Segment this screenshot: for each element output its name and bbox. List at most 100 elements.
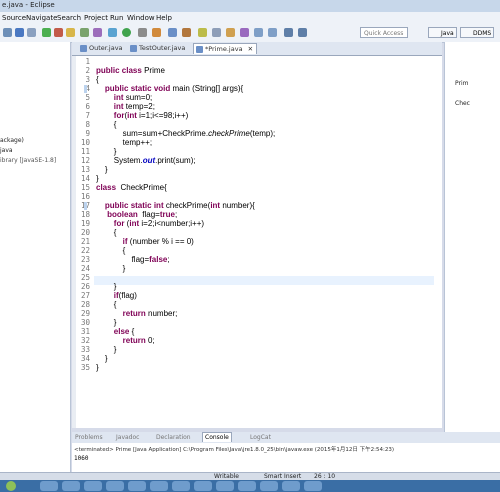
fold-marker[interactable] [84, 85, 87, 93]
code-line[interactable]: return 0; [96, 336, 155, 345]
code-line[interactable]: } [96, 174, 99, 183]
code-line[interactable]: } [96, 363, 99, 372]
line-number: 9 [85, 129, 90, 138]
perspective-ddms[interactable]: DDMS [460, 27, 495, 38]
code-line[interactable]: } [96, 264, 126, 273]
console-output[interactable]: 1060 [74, 455, 88, 462]
code-line[interactable]: { [96, 246, 126, 255]
code-line[interactable]: System.out.print(sum); [96, 156, 196, 165]
print-icon[interactable] [27, 28, 36, 37]
code-line[interactable]: } [96, 147, 117, 156]
open-type-icon[interactable] [168, 28, 177, 37]
sdk-icon[interactable] [108, 28, 117, 37]
code-line[interactable]: return number; [96, 309, 178, 318]
search-icon[interactable] [182, 28, 191, 37]
outline-item[interactable]: Chec [455, 100, 470, 107]
taskbar-app-icon[interactable] [238, 481, 256, 491]
edit-icon[interactable] [212, 28, 221, 37]
back-icon[interactable] [284, 28, 293, 37]
line-number: 11 [80, 147, 90, 156]
tree-item[interactable]: java [0, 147, 13, 154]
code-line[interactable]: if (number % i == 0) [96, 237, 194, 246]
external-tools-icon[interactable] [138, 28, 147, 37]
prev-annotation-icon[interactable] [268, 28, 277, 37]
tab-console[interactable]: Console [202, 432, 232, 442]
code-line[interactable]: } [96, 165, 108, 174]
menu-project[interactable]: Project [84, 14, 108, 22]
toolbar [0, 24, 500, 43]
quick-access-field[interactable]: Quick Access [360, 27, 408, 38]
tree-item[interactable]: ackage) [0, 137, 24, 144]
fold-marker[interactable] [84, 202, 87, 210]
code-line[interactable]: } [96, 345, 117, 354]
writable-status: Writable [214, 473, 239, 480]
code-line[interactable]: { [96, 228, 117, 237]
menu-navigate[interactable]: Navigate [26, 14, 57, 22]
taskbar-app-icon[interactable] [216, 481, 234, 491]
tree-item[interactable]: ibrary [JavaSE-1.8] [0, 157, 56, 164]
menu-window[interactable]: Window [127, 14, 155, 22]
taskbar-app-icon[interactable] [128, 481, 146, 491]
taskbar-app-icon[interactable] [62, 481, 80, 491]
code-line[interactable]: } [96, 282, 117, 291]
taskbar-app-icon[interactable] [150, 481, 168, 491]
menu-source[interactable]: Source [2, 14, 26, 22]
toggle-icon[interactable] [240, 28, 249, 37]
next-annotation-icon[interactable] [254, 28, 263, 37]
tab-prime[interactable]: *Prime.java ✕ [193, 43, 258, 54]
tab-outer[interactable]: Outer.java [78, 43, 126, 54]
code-line[interactable]: flag=false; [96, 255, 170, 264]
code-line[interactable]: for (int i=2;i<number;i++) [96, 219, 204, 228]
code-line[interactable]: public static int checkPrime(int number)… [96, 201, 255, 210]
perspective-java[interactable]: Java [428, 27, 457, 38]
forward-icon[interactable] [298, 28, 307, 37]
tab-logcat[interactable]: LogCat [250, 434, 271, 441]
menu-help[interactable]: Help [156, 14, 172, 22]
bookmark-icon[interactable] [226, 28, 235, 37]
save-icon[interactable] [15, 28, 24, 37]
code-line[interactable]: { [96, 300, 117, 309]
code-line[interactable]: { [96, 120, 117, 129]
stop-icon[interactable] [54, 28, 63, 37]
new-icon[interactable] [3, 28, 12, 37]
close-icon[interactable]: ✕ [248, 45, 253, 53]
code-line[interactable]: int sum=0; [96, 93, 152, 102]
task-icon[interactable] [80, 28, 89, 37]
code-line[interactable]: boolean flag=true; [96, 210, 177, 219]
code-line[interactable]: } [96, 318, 117, 327]
menu-search[interactable]: Search [57, 14, 81, 22]
taskbar-app-icon[interactable] [282, 481, 300, 491]
start-icon[interactable] [6, 481, 16, 491]
perspective-java-label: Java [441, 30, 454, 37]
taskbar-app-icon[interactable] [260, 481, 278, 491]
taskbar-app-icon[interactable] [106, 481, 124, 491]
code-line[interactable]: int temp=2; [96, 102, 155, 111]
tab-testouter[interactable]: TestOuter.java [128, 43, 188, 54]
android-icon[interactable] [93, 28, 102, 37]
code-line[interactable]: sum=sum+CheckPrime.checkPrime(temp); [96, 129, 276, 138]
run-icon[interactable] [122, 28, 131, 37]
outline-item[interactable]: Prim [455, 80, 469, 87]
code-line[interactable]: } [96, 354, 108, 363]
tab-javadoc[interactable]: Javadoc [116, 434, 139, 441]
menu-run[interactable]: Run [110, 14, 123, 22]
debug-icon[interactable] [42, 28, 51, 37]
annotation-icon[interactable] [198, 28, 207, 37]
taskbar-app-icon[interactable] [84, 481, 102, 491]
code-line[interactable]: public static void main (String[] args){ [96, 84, 243, 93]
code-line[interactable]: if(flag) [96, 291, 137, 300]
taskbar-app-icon[interactable] [40, 481, 58, 491]
taskbar-app-icon[interactable] [172, 481, 190, 491]
code-line[interactable]: public class Prime [96, 66, 165, 75]
code-line[interactable]: for(int i=1;i<=98;i++) [96, 111, 189, 120]
taskbar-app-icon[interactable] [194, 481, 212, 491]
code-line[interactable]: class CheckPrime{ [96, 183, 167, 192]
new-class-icon[interactable] [152, 28, 161, 37]
tab-declaration[interactable]: Declaration [156, 434, 191, 441]
code-line[interactable]: temp++; [96, 138, 152, 147]
code-line[interactable]: { [96, 75, 99, 84]
folder-icon[interactable] [66, 28, 75, 37]
code-line[interactable]: else { [96, 327, 134, 336]
tab-problems[interactable]: Problems [75, 434, 103, 441]
taskbar-app-icon[interactable] [304, 481, 322, 491]
